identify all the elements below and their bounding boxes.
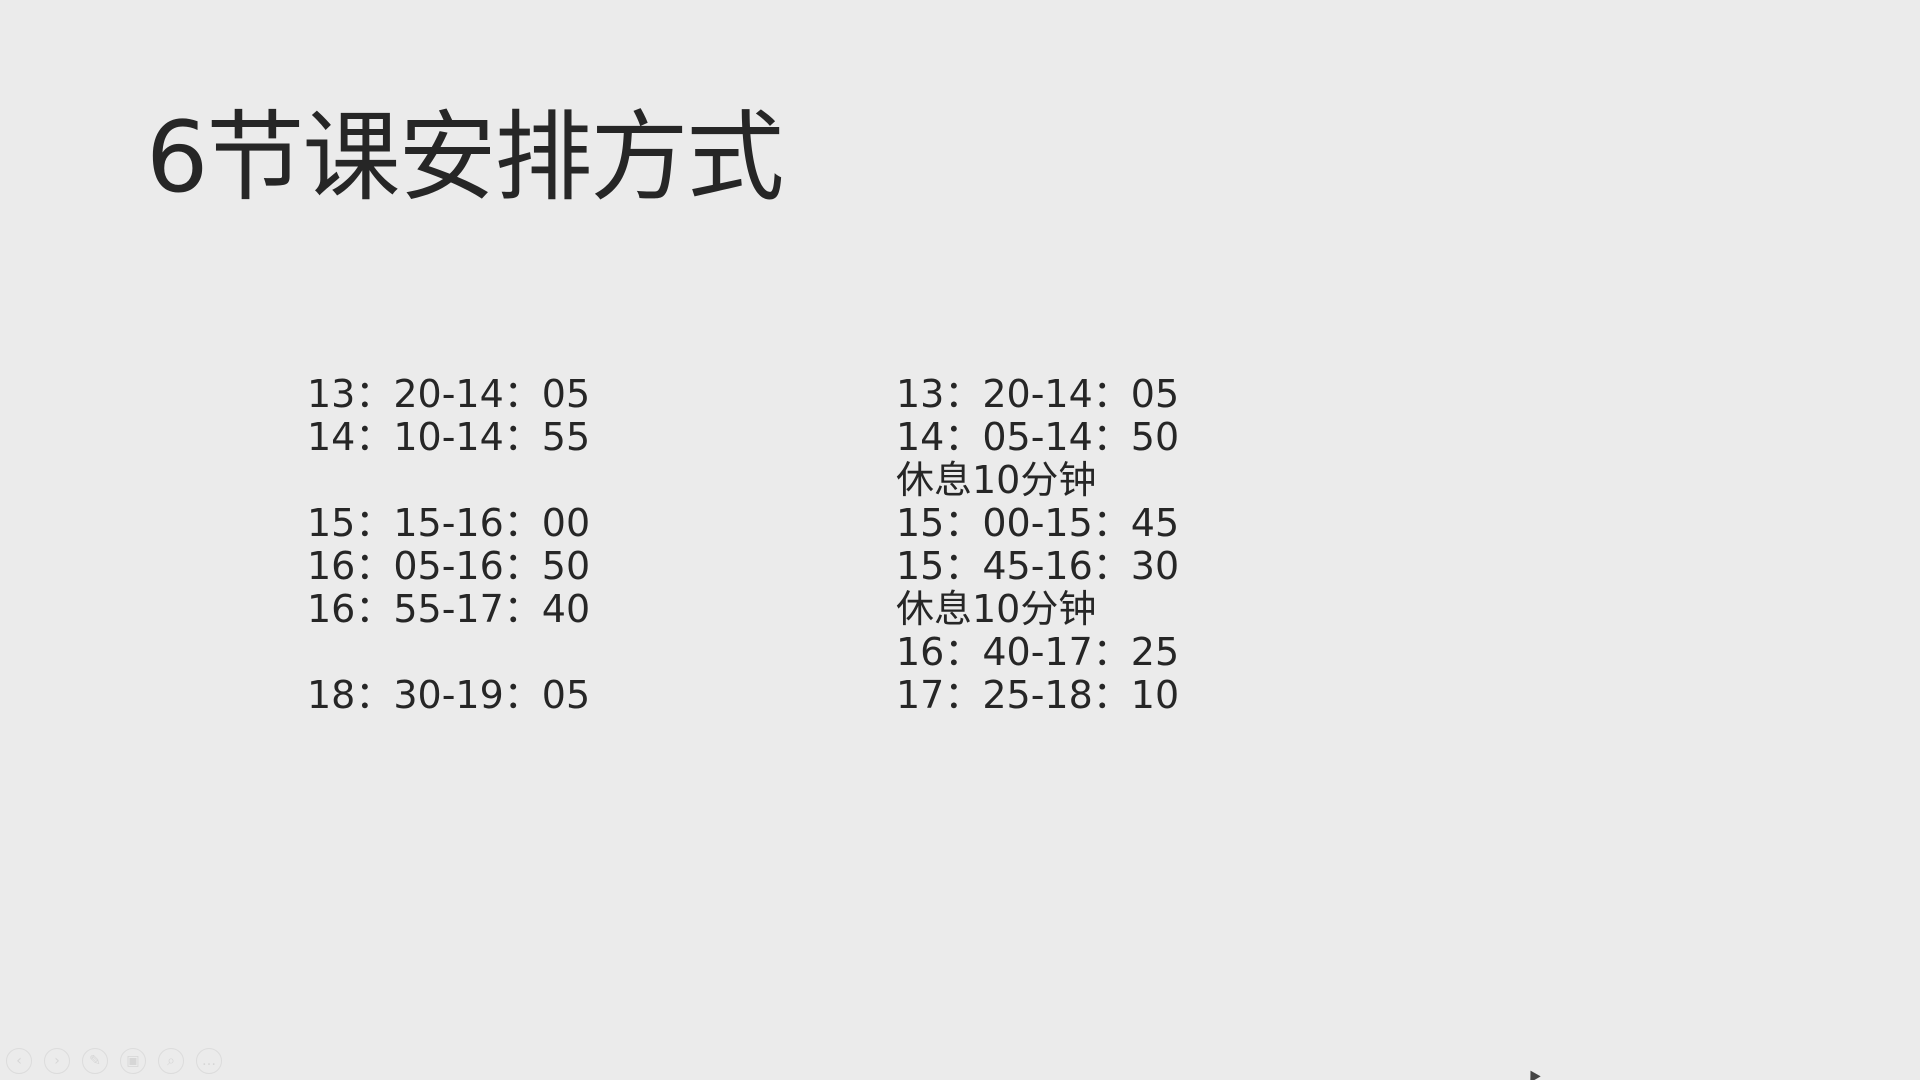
- zoom-button[interactable]: ⌕: [158, 1048, 184, 1074]
- more-options-button[interactable]: …: [196, 1048, 222, 1074]
- arrow-right-icon: ›: [54, 1053, 60, 1069]
- schedule-line: 17：25-18：10: [896, 673, 1180, 717]
- schedule-line: 13：20-14：05: [896, 372, 1180, 416]
- schedule-line: 16：55-17：40: [307, 587, 591, 631]
- schedule-line: 14：05-14：50: [896, 415, 1180, 459]
- schedule-left-column: 13：20-14：05 14：10-14：55 15：15-16：00 16：0…: [307, 373, 590, 717]
- schedule-line: 13：20-14：05: [307, 372, 591, 416]
- schedule-line: 18：30-19：05: [307, 673, 591, 717]
- slides-overview-button[interactable]: ▣: [120, 1048, 146, 1074]
- schedule-blank-line: [307, 631, 590, 674]
- schedule-line: 15：45-16：30: [896, 544, 1180, 588]
- slide: 6节课安排方式 13：20-14：05 14：10-14：55 15：15-16…: [0, 0, 1920, 1080]
- next-slide-button[interactable]: ›: [44, 1048, 70, 1074]
- schedule-right-column: 13：20-14：05 14：05-14：50 休息10分钟 15：00-15：…: [896, 373, 1179, 717]
- schedule-line: 16：40-17：25: [896, 630, 1180, 674]
- more-icon: …: [202, 1053, 216, 1069]
- arrow-left-icon: ‹: [16, 1053, 22, 1069]
- break-line: 休息10分钟: [896, 458, 1097, 502]
- schedule-line: 15：15-16：00: [307, 501, 591, 545]
- schedule-line: 15：00-15：45: [896, 501, 1180, 545]
- presentation-toolbar: ‹ › ✎ ▣ ⌕ …: [6, 1048, 222, 1074]
- mouse-cursor-icon: [1525, 1067, 1541, 1080]
- prev-slide-button[interactable]: ‹: [6, 1048, 32, 1074]
- break-line: 休息10分钟: [896, 587, 1097, 631]
- schedule-line: 14：10-14：55: [307, 415, 591, 459]
- magnifier-icon: ⌕: [167, 1053, 175, 1069]
- slide-title: 6节课安排方式: [146, 101, 784, 215]
- schedule-line: 16：05-16：50: [307, 544, 591, 588]
- schedule-blank-line: [307, 459, 590, 502]
- slides-icon: ▣: [126, 1053, 140, 1069]
- pen-icon: ✎: [89, 1053, 101, 1069]
- pen-button[interactable]: ✎: [82, 1048, 108, 1074]
